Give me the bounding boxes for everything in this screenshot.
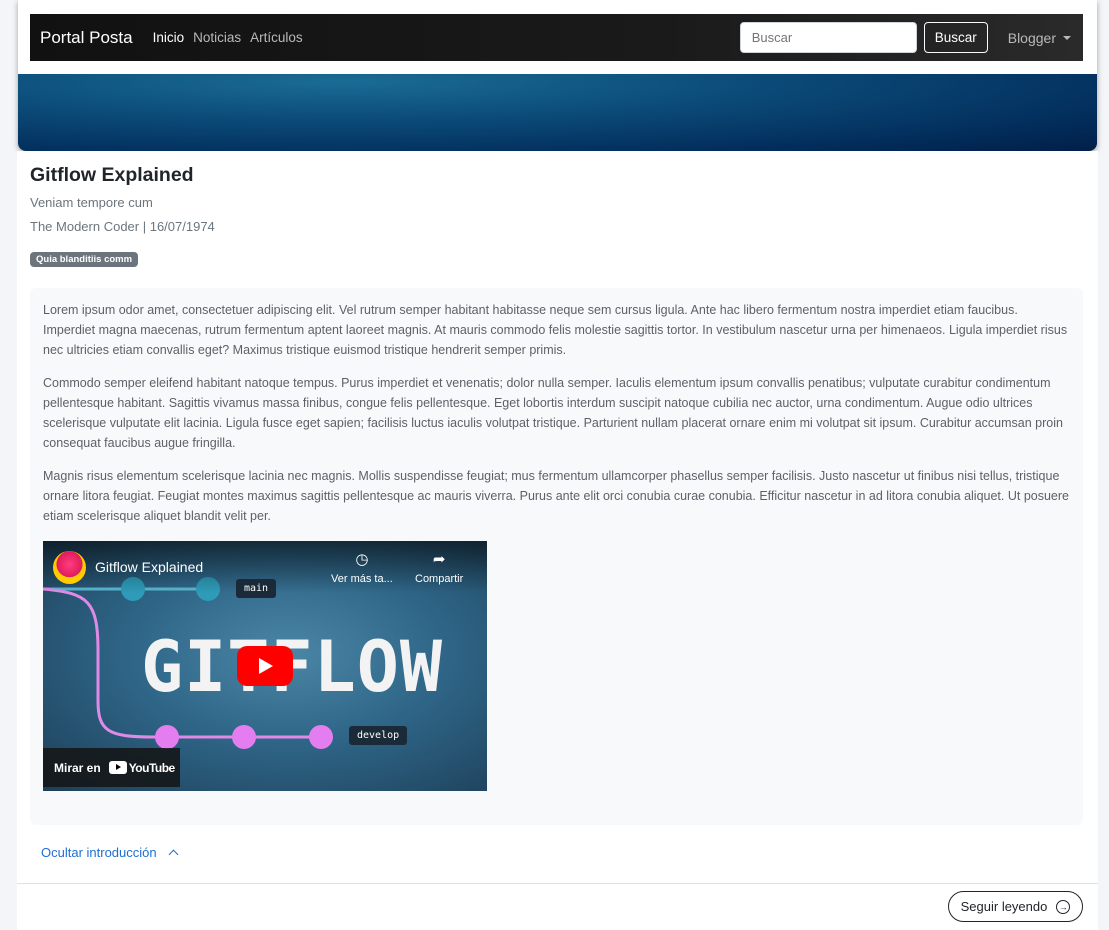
nav-link-inicio[interactable]: Inicio: [153, 30, 185, 45]
brand-logo[interactable]: Portal Posta: [40, 28, 133, 48]
youtube-play-mini-icon: [108, 761, 127, 774]
hide-intro-label: Ocultar introducción: [41, 845, 157, 860]
article-card: Gitflow Explained Veniam tempore cum The…: [17, 151, 1098, 930]
navbar: Portal Posta Inicio Noticias Artículos B…: [30, 14, 1083, 61]
nav-link-articulos[interactable]: Artículos: [250, 30, 303, 45]
chevron-up-icon: [168, 849, 179, 860]
article-subtitle: Veniam tempore cum: [30, 195, 153, 210]
watch-on-youtube-button[interactable]: Mirar en YouTube: [43, 748, 180, 787]
read-more-button[interactable]: Seguir leyendo →: [948, 891, 1083, 922]
tag-badge[interactable]: Quia blanditiis comm: [30, 252, 139, 267]
youtube-wordmark: YouTube: [128, 760, 176, 775]
share-icon: ➦: [432, 551, 446, 568]
video-embed[interactable]: Gitflow Explained ◷ Ver más ta... ➦ Comp…: [43, 541, 487, 791]
watch-later-label: Ver más ta...: [331, 573, 393, 585]
youtube-logo-icon: YouTube: [108, 760, 176, 775]
watch-on-label: Mirar en: [54, 760, 101, 775]
article-intro: Lorem ipsum odor amet, consectetuer adip…: [30, 288, 1083, 825]
share-label: Compartir: [415, 573, 464, 585]
header-banner: [18, 74, 1097, 151]
watch-later-button[interactable]: ◷ Ver más ta...: [331, 551, 393, 585]
intro-paragraph: Commodo semper eleifend habitant natoque…: [43, 376, 1063, 450]
clock-icon: ◷: [355, 551, 369, 568]
header-card: Portal Posta Inicio Noticias Artículos B…: [18, 0, 1097, 151]
search-button[interactable]: Buscar: [923, 22, 988, 53]
intro-paragraph: Lorem ipsum odor amet, consectetuer adip…: [43, 303, 1068, 357]
branch-label-main: main: [236, 579, 277, 598]
video-title[interactable]: Gitflow Explained: [95, 559, 203, 575]
user-dropdown-label: Blogger: [1007, 29, 1056, 46]
search-input[interactable]: [739, 22, 917, 53]
channel-avatar[interactable]: [53, 551, 86, 584]
branch-label-develop: develop: [349, 726, 408, 745]
play-icon[interactable]: [237, 646, 293, 686]
article-meta: The Modern Coder | 16/07/1974: [30, 219, 215, 234]
intro-paragraph: Magnis risus elementum scelerisque lacin…: [43, 469, 1070, 523]
caret-down-icon: [1063, 35, 1071, 40]
share-button[interactable]: ➦ Compartir: [415, 551, 463, 585]
nav-link-noticias[interactable]: Noticias: [193, 30, 241, 45]
article-title: Gitflow Explained: [30, 164, 194, 186]
read-more-label: Seguir leyendo: [960, 899, 1048, 914]
hide-intro-link[interactable]: Ocultar introducción: [41, 845, 179, 860]
arrow-right-circle-icon: →: [1056, 899, 1071, 914]
user-dropdown[interactable]: Blogger: [1008, 30, 1071, 46]
divider: [17, 883, 1098, 884]
